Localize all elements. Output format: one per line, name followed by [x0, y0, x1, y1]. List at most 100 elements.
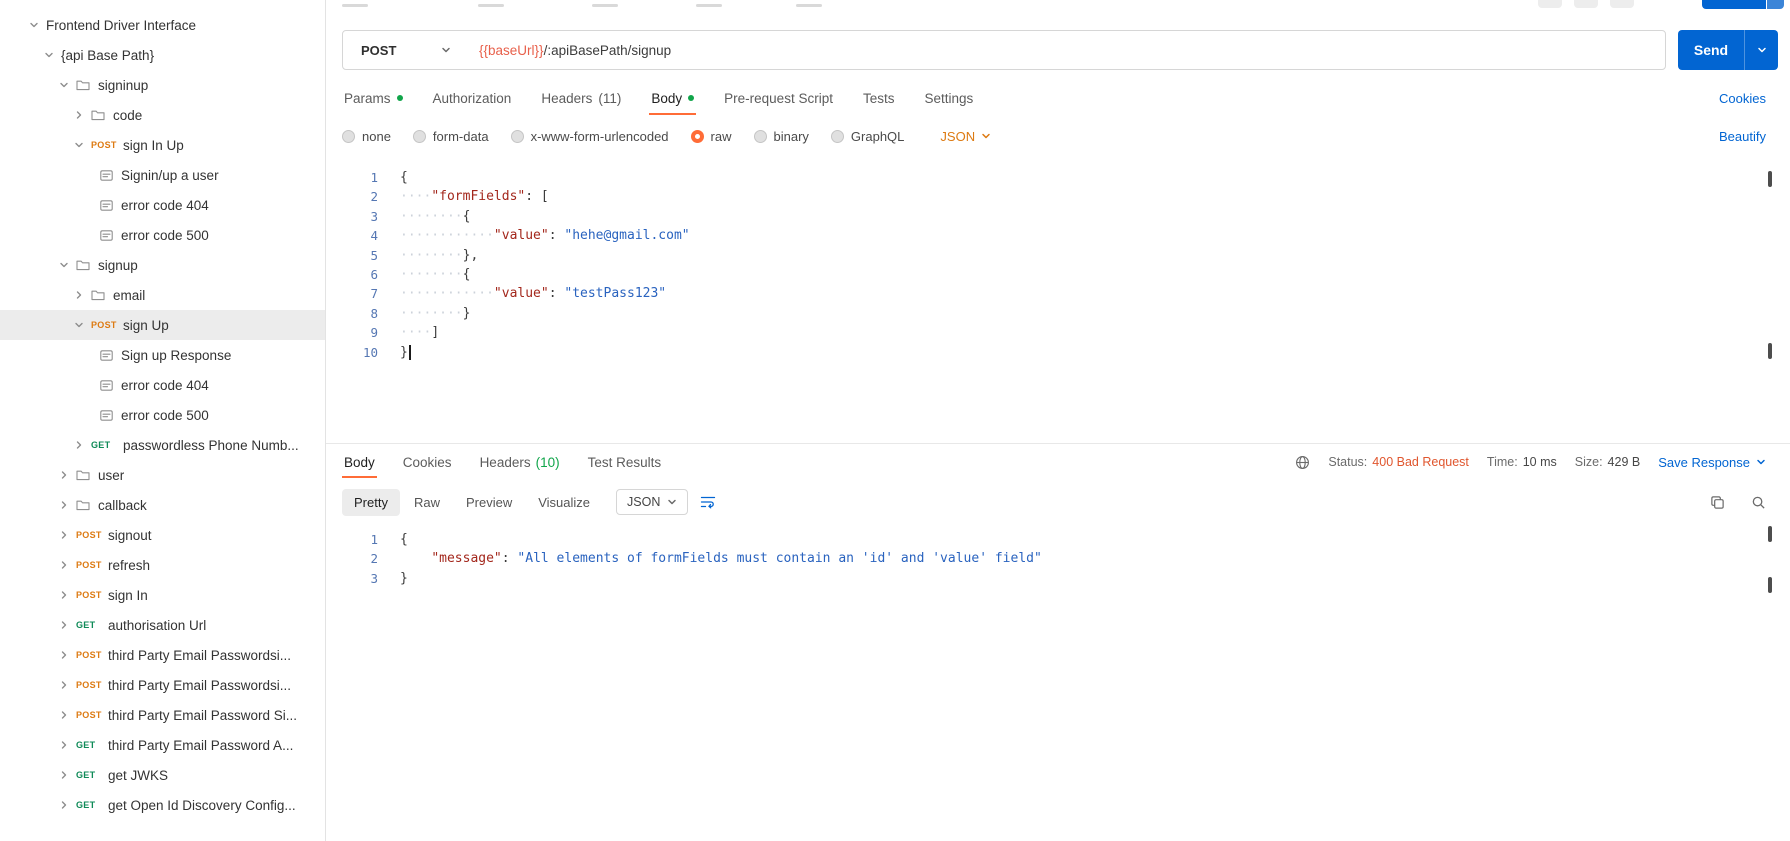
sidebar-item-error-code-404[interactable]: error code 404 [0, 370, 325, 400]
response-scrollbar-thumb[interactable] [1768, 526, 1772, 542]
request-body-editor[interactable]: 1{2····"formFields": [3········{4·······… [338, 158, 1778, 443]
sidebar-item-sign-in[interactable]: POSTsign In [0, 580, 325, 610]
send-options-button[interactable] [1744, 30, 1778, 70]
beautify-link[interactable]: Beautify [1719, 129, 1766, 144]
chevron-down-icon[interactable] [56, 77, 72, 93]
chevron-right-icon[interactable] [56, 587, 72, 603]
sidebar-item-user[interactable]: user [0, 460, 325, 490]
sidebar-item-signin-up-a-user[interactable]: Signin/up a user [0, 160, 325, 190]
wrap-lines-icon[interactable] [700, 495, 716, 509]
chevron-right-icon[interactable] [56, 467, 72, 483]
response-language-select[interactable]: JSON [616, 489, 688, 515]
chevron-right-icon[interactable] [56, 497, 72, 513]
radio-icon[interactable] [831, 130, 844, 143]
sidebar-item-signinup[interactable]: signinup [0, 70, 325, 100]
response-view-pretty[interactable]: Pretty [342, 489, 400, 516]
sidebar-item-frontend-driver-interface[interactable]: Frontend Driver Interface [0, 10, 325, 40]
radio-icon[interactable] [511, 130, 524, 143]
chevron-right-icon[interactable] [56, 797, 72, 813]
radio-icon[interactable] [754, 130, 767, 143]
send-button[interactable]: Send [1678, 30, 1744, 70]
sidebar-item-sign-up-response[interactable]: Sign up Response [0, 340, 325, 370]
radio-icon[interactable] [342, 130, 355, 143]
response-view-preview[interactable]: Preview [454, 489, 524, 516]
sidebar-item-third-party-email-password-si[interactable]: POSTthird Party Email Password Si... [0, 700, 325, 730]
sidebar-item-callback[interactable]: callback [0, 490, 325, 520]
chevron-right-icon[interactable] [56, 647, 72, 663]
sidebar-item-api-base-path[interactable]: {api Base Path} [0, 40, 325, 70]
response-tab-headers[interactable]: Headers(10) [478, 447, 562, 478]
request-tab-headers[interactable]: Headers(11) [539, 82, 623, 115]
request-tab-tests[interactable]: Tests [861, 82, 897, 115]
sidebar-item-third-party-email-passwordsi[interactable]: POSTthird Party Email Passwordsi... [0, 640, 325, 670]
sidebar-item-email[interactable]: email [0, 280, 325, 310]
body-type-none[interactable]: none [342, 129, 391, 144]
sidebar-item-third-party-email-passwordsi[interactable]: POSTthird Party Email Passwordsi... [0, 670, 325, 700]
response-body-viewer[interactable]: 1{2 "message": "All elements of formFiel… [338, 524, 1778, 841]
sidebar-item-get-open-id-discovery-config[interactable]: GETget Open Id Discovery Config... [0, 790, 325, 820]
sidebar-item-code[interactable]: code [0, 100, 325, 130]
sidebar-item-signout[interactable]: POSTsignout [0, 520, 325, 550]
request-editor-scroll-mark[interactable] [1768, 343, 1772, 359]
response-tab-cookies[interactable]: Cookies [401, 447, 454, 478]
sidebar-item-sign-up[interactable]: POSTsign Up [0, 310, 325, 340]
chevron-right-icon[interactable] [56, 767, 72, 783]
search-icon[interactable] [1751, 495, 1766, 510]
save-response-button[interactable]: Save Response [1658, 455, 1766, 470]
sidebar-item-passwordless-phone-numb[interactable]: GETpasswordless Phone Numb... [0, 430, 325, 460]
request-tab-params[interactable]: Params [342, 82, 405, 115]
body-type-binary[interactable]: binary [754, 129, 809, 144]
response-view-visualize[interactable]: Visualize [526, 489, 602, 516]
body-type-graphql[interactable]: GraphQL [831, 129, 904, 144]
request-tab-body[interactable]: Body [649, 82, 696, 115]
clipped-toolbar-button[interactable] [1610, 0, 1634, 8]
chevron-right-icon[interactable] [56, 527, 72, 543]
sidebar-item-error-code-500[interactable]: error code 500 [0, 400, 325, 430]
chevron-right-icon[interactable] [56, 677, 72, 693]
chevron-right-icon[interactable] [71, 437, 87, 453]
chevron-right-icon[interactable] [56, 617, 72, 633]
sidebar-item-sign-in-up[interactable]: POSTsign In Up [0, 130, 325, 160]
clipped-toolbar-button[interactable] [1574, 0, 1598, 8]
body-type-form-data[interactable]: form-data [413, 129, 489, 144]
chevron-down-icon[interactable] [56, 257, 72, 273]
sidebar-item-get-jwks[interactable]: GETget JWKS [0, 760, 325, 790]
request-tab-authorization[interactable]: Authorization [431, 82, 514, 115]
clipped-toolbar-button[interactable] [1538, 0, 1562, 8]
sidebar-item-refresh[interactable]: POSTrefresh [0, 550, 325, 580]
request-editor-scrollbar-thumb[interactable] [1768, 171, 1772, 187]
chevron-down-icon[interactable] [41, 47, 57, 63]
request-tab-settings[interactable]: Settings [922, 82, 975, 115]
clipped-primary-button[interactable] [1702, 0, 1766, 9]
chevron-right-icon[interactable] [71, 107, 87, 123]
body-type-raw[interactable]: raw [691, 129, 732, 144]
sidebar-item-signup[interactable]: signup [0, 250, 325, 280]
sidebar-item-error-code-500[interactable]: error code 500 [0, 220, 325, 250]
chevron-down-icon[interactable] [26, 17, 42, 33]
chevron-right-icon[interactable] [71, 287, 87, 303]
radio-icon[interactable] [691, 130, 704, 143]
radio-icon[interactable] [413, 130, 426, 143]
chevron-right-icon[interactable] [56, 557, 72, 573]
request-tab-pre-request-script[interactable]: Pre-request Script [722, 82, 835, 115]
chevron-down-icon[interactable] [71, 317, 87, 333]
clipped-primary-button-caret[interactable] [1767, 0, 1784, 9]
chevron-right-icon[interactable] [56, 737, 72, 753]
size-indicator: Size:429 B [1575, 455, 1640, 469]
copy-icon[interactable] [1710, 495, 1725, 510]
chevron-down-icon[interactable] [71, 137, 87, 153]
sidebar-item-authorisation-url[interactable]: GETauthorisation Url [0, 610, 325, 640]
network-globe-icon[interactable] [1295, 455, 1310, 470]
response-view-raw[interactable]: Raw [402, 489, 452, 516]
sidebar-item-third-party-email-password-a[interactable]: GETthird Party Email Password A... [0, 730, 325, 760]
sidebar-item-error-code-404[interactable]: error code 404 [0, 190, 325, 220]
response-scroll-mark[interactable] [1768, 577, 1772, 593]
chevron-right-icon[interactable] [56, 707, 72, 723]
response-tab-body[interactable]: Body [342, 447, 377, 478]
body-language-select[interactable]: JSON [940, 129, 991, 144]
cookies-link[interactable]: Cookies [1719, 91, 1766, 106]
url-input[interactable]: {{baseUrl}}/:apiBasePath/signup [465, 43, 671, 58]
response-tab-test-results[interactable]: Test Results [586, 447, 664, 478]
method-select[interactable]: POST [343, 43, 465, 58]
body-type-x-www-form-urlencoded[interactable]: x-www-form-urlencoded [511, 129, 669, 144]
